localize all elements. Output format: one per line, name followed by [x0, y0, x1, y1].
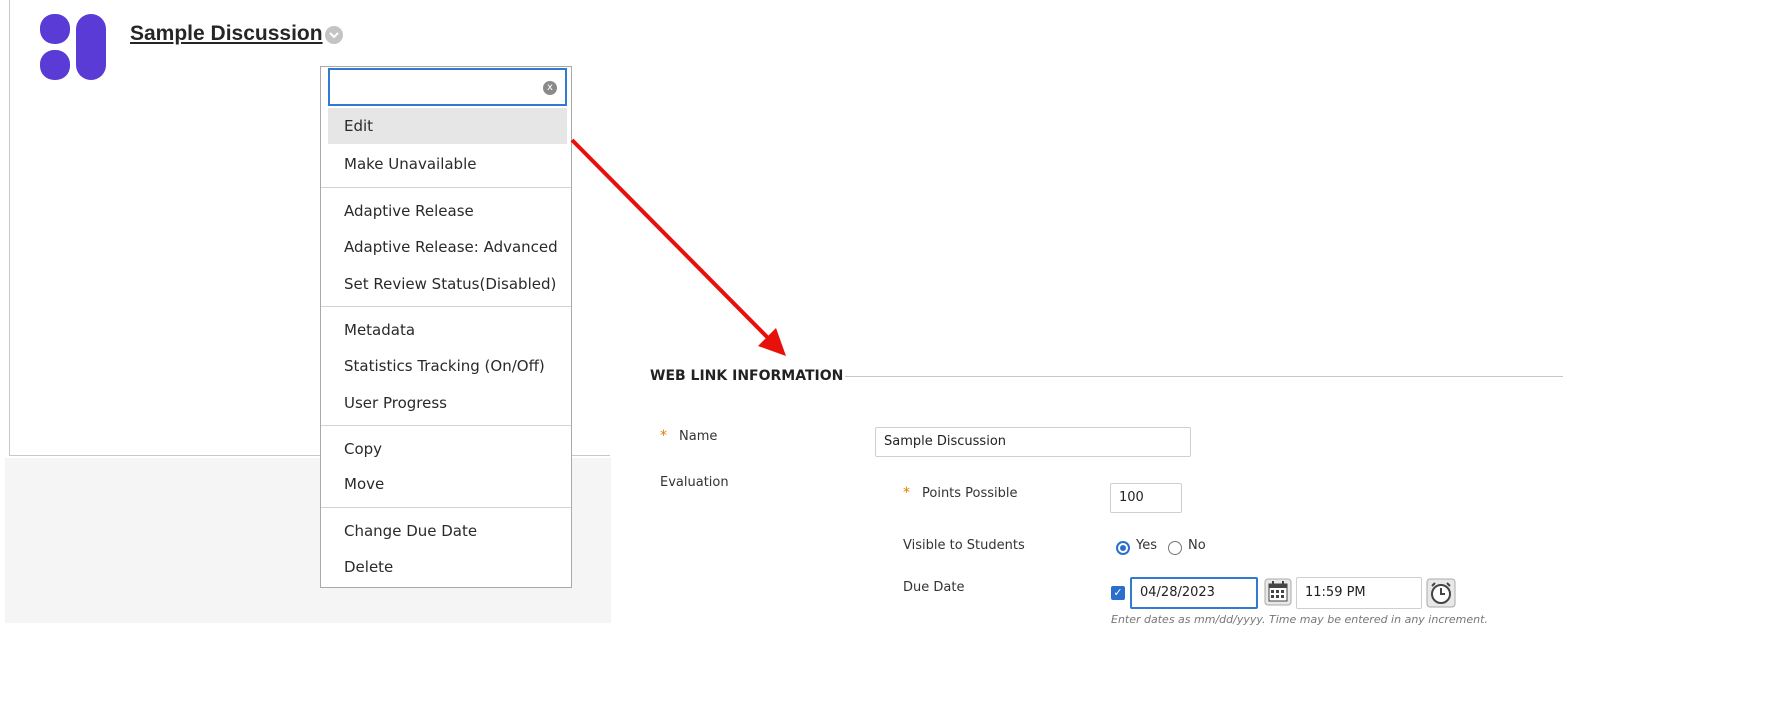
- menu-item-edit[interactable]: Edit: [328, 108, 567, 144]
- calendar-icon[interactable]: [1264, 578, 1292, 606]
- menu-item-delete[interactable]: Delete: [328, 549, 567, 585]
- red-arrow-annotation: [570, 138, 786, 356]
- menu-item-make-unavailable[interactable]: Make Unavailable: [328, 146, 567, 182]
- menu-divider: [321, 425, 571, 426]
- name-field[interactable]: Sample Discussion: [875, 427, 1191, 457]
- visible-yes-radio[interactable]: [1116, 541, 1130, 555]
- required-marker: *: [660, 428, 667, 444]
- menu-item-adaptive-release[interactable]: Adaptive Release: [328, 193, 567, 229]
- clear-icon[interactable]: x: [543, 81, 557, 95]
- points-possible-field[interactable]: 100: [1110, 483, 1182, 513]
- points-label: * Points Possible: [903, 485, 1018, 501]
- menu-item-copy[interactable]: Copy: [328, 431, 567, 467]
- due-date-checkbox[interactable]: ✓: [1111, 586, 1125, 600]
- menu-search-input[interactable]: [336, 72, 540, 104]
- menu-divider: [321, 187, 571, 188]
- item-title-link[interactable]: Sample Discussion: [130, 22, 323, 46]
- visible-no-radio[interactable]: [1168, 541, 1182, 555]
- section-divider: [845, 376, 1563, 377]
- clock-icon[interactable]: [1426, 578, 1456, 608]
- menu-item-statistics-tracking[interactable]: Statistics Tracking (On/Off): [328, 348, 567, 384]
- menu-item-change-due-date[interactable]: Change Due Date: [328, 513, 567, 549]
- required-marker: *: [903, 485, 910, 501]
- points-label-text: Points Possible: [922, 486, 1018, 501]
- due-date-field[interactable]: 04/28/2023: [1130, 577, 1258, 609]
- due-date-label: Due Date: [903, 580, 965, 595]
- evaluation-label: Evaluation: [660, 475, 729, 490]
- date-format-hint: Enter dates as mm/dd/yyyy. Time may be e…: [1111, 613, 1488, 626]
- context-menu: x Edit Make Unavailable Adaptive Release…: [320, 66, 572, 588]
- due-time-field[interactable]: 11:59 PM: [1296, 577, 1422, 609]
- menu-item-metadata[interactable]: Metadata: [328, 312, 567, 348]
- menu-item-set-review-status[interactable]: Set Review Status(Disabled): [328, 266, 567, 302]
- menu-divider: [321, 306, 571, 307]
- name-label-text: Name: [679, 429, 718, 444]
- name-label: * Name: [660, 428, 717, 444]
- chevron-down-icon[interactable]: [325, 26, 343, 44]
- menu-item-move[interactable]: Move: [328, 466, 567, 502]
- menu-divider: [321, 507, 571, 508]
- menu-item-adaptive-release-advanced[interactable]: Adaptive Release: Advanced: [328, 229, 567, 265]
- menu-search-input-wrapper: x: [328, 68, 567, 106]
- menu-item-user-progress[interactable]: User Progress: [328, 385, 567, 421]
- section-title: WEB LINK INFORMATION: [650, 368, 844, 384]
- visible-label: Visible to Students: [903, 538, 1025, 553]
- visible-no-label: No: [1188, 538, 1206, 553]
- app-logo-icon: [40, 14, 106, 80]
- visible-yes-label: Yes: [1136, 538, 1157, 553]
